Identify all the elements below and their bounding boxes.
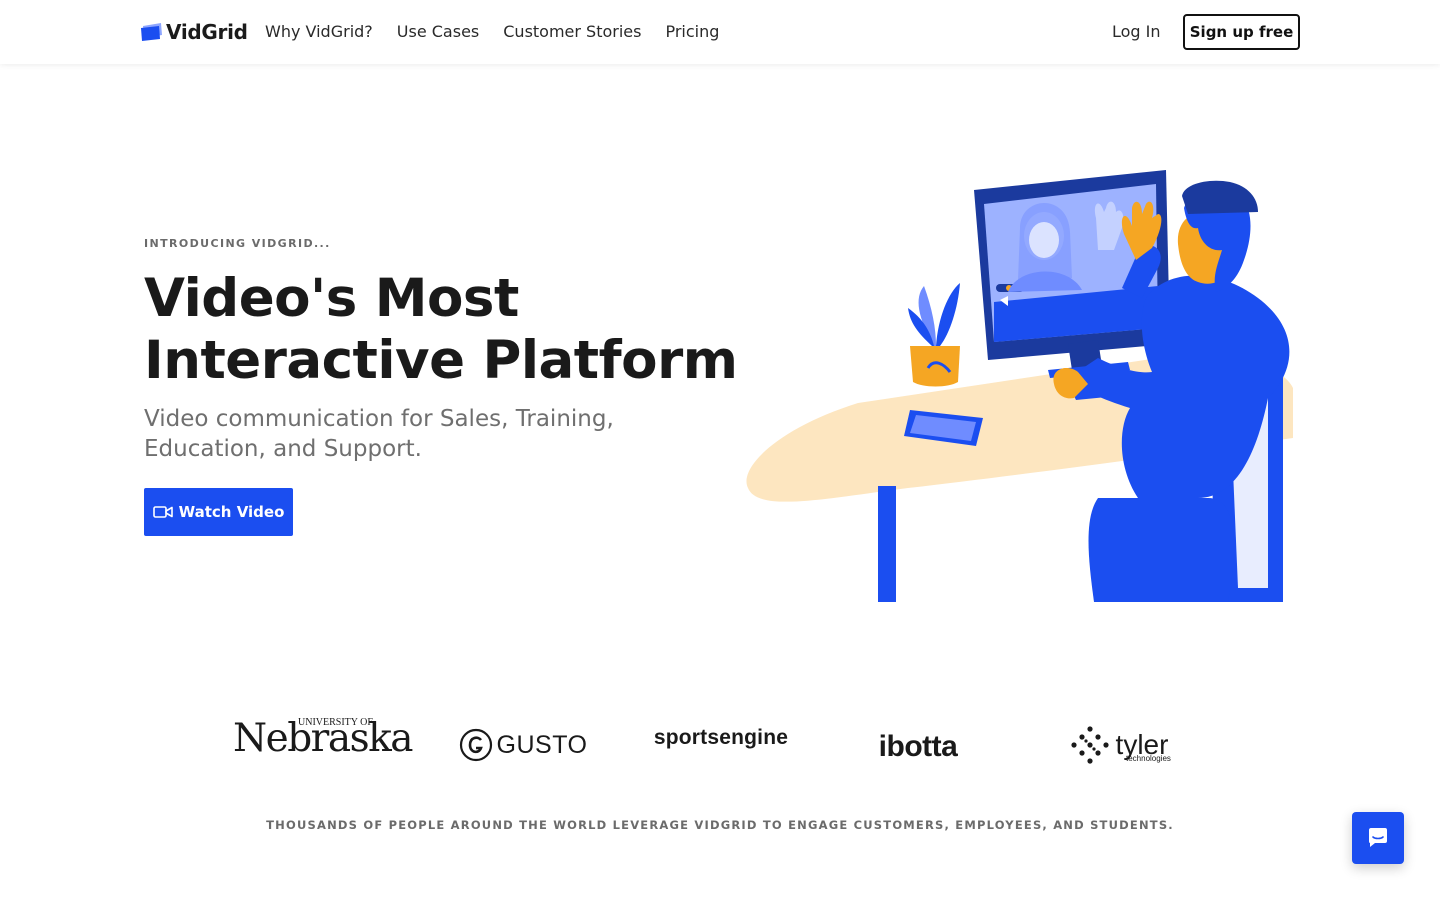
- headline-line-1: Video's Most: [144, 268, 519, 329]
- gusto-wordmark: GUSTO: [496, 730, 588, 759]
- customer-logos: UNIVERSITY OF Nebraska GUSTO sportsengin…: [0, 705, 1440, 775]
- hero-subhead: Video communication for Sales, Training,…: [144, 406, 614, 462]
- watch-video-button[interactable]: Watch Video: [144, 488, 293, 536]
- logo-tyler: tyler technologies: [1058, 723, 1180, 767]
- logo-gusto: GUSTO: [458, 725, 588, 765]
- nav-link-pricing[interactable]: Pricing: [665, 20, 719, 44]
- tyler-dots-icon: [1070, 726, 1109, 764]
- hero-headline: Video's Most Interactive Platform: [144, 268, 744, 392]
- top-nav: VidGrid Why VidGrid? Use Cases Customer …: [0, 0, 1440, 64]
- tyler-subtext: technologies: [1126, 754, 1171, 763]
- desk-leg: [878, 486, 896, 602]
- nav-link-customer-stories[interactable]: Customer Stories: [503, 20, 641, 44]
- nav-link-use-cases[interactable]: Use Cases: [397, 20, 479, 44]
- main-nav: Why VidGrid? Use Cases Customer Stories …: [265, 20, 719, 44]
- headline-line-2: Interactive Platform: [144, 330, 738, 391]
- hero-illustration: [746, 170, 1293, 602]
- chat-bubble-icon: [1369, 828, 1387, 847]
- gusto-g-icon: [459, 728, 492, 762]
- watch-video-label: Watch Video: [178, 503, 285, 521]
- nav-link-why-vidgrid[interactable]: Why VidGrid?: [265, 20, 373, 44]
- video-camera-icon: [152, 506, 173, 518]
- ibotta-wordmark: ibotta: [878, 730, 958, 763]
- vidgrid-logo[interactable]: VidGrid: [140, 18, 248, 46]
- signup-button[interactable]: Sign up free: [1183, 14, 1300, 50]
- logo-sportsengine: sportsengine: [640, 721, 802, 755]
- sportsengine-wordmark: sportsengine: [653, 726, 789, 749]
- plant-icon: [908, 283, 960, 387]
- logo-ibotta: ibotta: [866, 727, 970, 767]
- nebraska-prefix: UNIVERSITY OF: [298, 717, 373, 728]
- logo-nebraska: UNIVERSITY OF Nebraska: [233, 713, 413, 763]
- login-link[interactable]: Log In: [1112, 20, 1161, 44]
- vidgrid-logo-icon: [141, 23, 162, 41]
- logo-text: VidGrid: [166, 20, 248, 44]
- customers-tagline: THOUSANDS OF PEOPLE AROUND THE WORLD LEV…: [266, 818, 1174, 832]
- hero-eyebrow: INTRODUCING VIDGRID...: [144, 237, 331, 250]
- chat-launcher-button[interactable]: [1352, 812, 1404, 864]
